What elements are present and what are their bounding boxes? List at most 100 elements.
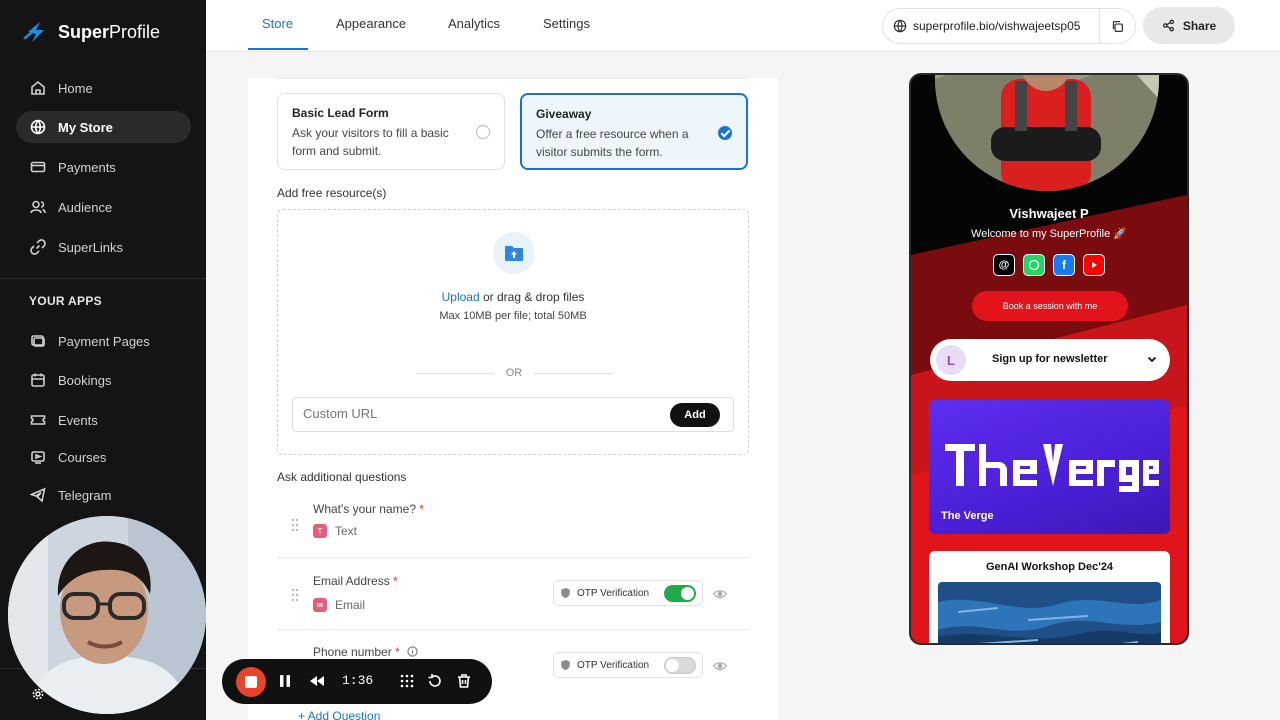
pause-icon[interactable] [277,673,293,689]
sidebar-item-home[interactable]: Home [16,72,191,104]
copy-url-button[interactable] [1099,9,1135,43]
sidebar-item-label: Bookings [58,372,112,388]
upload-limits: Max 10MB per file; total 50MB [439,310,587,322]
question-title: What's your name? * [313,502,425,516]
email-type-icon: ✉ [313,598,327,612]
sidebar-item-payments[interactable]: Payments [16,151,191,183]
form-type-basic-lead[interactable]: Basic Lead Form Ask your visitors to fil… [277,93,505,170]
telegram-icon [30,487,46,503]
form-type-title: Giveaway [536,107,592,121]
sidebar-item-payment-pages[interactable]: Payment Pages [16,325,191,357]
link-icon [30,239,46,255]
brand-name: SuperProfile [58,21,161,42]
verge-card-title: The Verge [941,510,994,522]
book-session-button[interactable]: Book a session with me [972,291,1128,321]
sidebar-item-label: Payments [58,159,116,175]
custom-url-input[interactable] [303,406,643,421]
sidebar-item-my-store[interactable]: My Store [16,111,191,143]
upload-instructions: Upload or drag & drop files [441,290,585,304]
workshop-card[interactable]: GenAI Workshop Dec'24 [929,551,1170,643]
form-type-radio-checked[interactable] [718,126,732,140]
tab-analytics[interactable]: Analytics [448,16,500,31]
screen-recorder-bar: 1:36 [222,659,492,704]
sidebar-item-superlinks[interactable]: SuperLinks [16,231,191,263]
youtube-icon[interactable] [1083,254,1105,276]
tab-store[interactable]: Store [262,16,293,31]
home-icon [31,80,45,95]
or-divider: OR [416,367,612,379]
sidebar-item-label: Audience [58,199,113,215]
sidebar-item-audience[interactable]: Audience [16,191,191,223]
restart-icon[interactable] [427,673,443,689]
sidebar-item-events[interactable]: Events [16,404,191,436]
file-dropzone[interactable]: Upload or drag & drop files Max 10MB per… [277,209,749,455]
grid-dots-icon[interactable] [399,673,415,689]
question-row[interactable]: What's your name? * T Text [277,496,749,558]
sidebar-item-label: SuperLinks [58,239,124,255]
brand-logo[interactable]: SuperProfile [22,18,160,46]
sidebar-item-label: Events [58,412,98,428]
form-type-giveaway[interactable]: Giveaway Offer a free resource when a vi… [520,93,748,170]
stop-recording-button[interactable] [236,667,266,697]
facebook-icon[interactable]: f [1053,254,1075,276]
tab-settings[interactable]: Settings [543,16,590,31]
workshop-title: GenAI Workshop Dec'24 [985,561,1114,573]
sidebar-item-label: My Store [58,119,113,135]
threads-icon[interactable]: @ [993,254,1015,276]
question-type: ✉ Email [313,598,365,612]
social-links: @ f [993,254,1105,276]
ticket-icon [30,415,46,425]
upload-link[interactable]: Upload [442,290,480,304]
sidebar-item-bookings[interactable]: Bookings [16,364,191,396]
share-label: Share [1182,18,1217,33]
otp-verification-control: OTP Verification [553,580,703,606]
form-type-title: Basic Lead Form [292,106,389,120]
newsletter-signup[interactable]: L Sign up for newsletter [930,339,1170,381]
globe-icon [893,19,907,33]
recording-timer: 1:36 [342,673,374,688]
profile-bio: Welcome to my SuperProfile 🚀 [971,228,1127,240]
tab-appearance[interactable]: Appearance [336,16,406,31]
info-icon[interactable] [407,646,418,657]
calendar-icon [31,373,45,387]
panel-divider [277,78,747,79]
add-url-button[interactable]: Add [670,403,720,427]
top-bar: Store Appearance Analytics Settings supe… [206,0,1280,52]
verge-link-card[interactable]: The Verge [929,400,1170,534]
profile-url[interactable]: superprofile.bio/vishwajeetsp05 [913,19,1101,33]
rewind-icon[interactable] [309,673,325,689]
eye-icon[interactable] [713,660,727,672]
sidebar-item-telegram[interactable]: Telegram [16,479,191,511]
add-question-button[interactable]: + Add Question [298,709,380,720]
chevron-down-icon[interactable] [1146,353,1158,365]
trash-icon[interactable] [456,673,472,689]
your-apps-heading: YOUR APPS [29,294,102,308]
form-type-radio[interactable] [476,125,490,139]
active-tab-indicator [248,48,308,50]
profile-name: Vishwajeet P [1009,206,1089,221]
profile-url-pill[interactable]: superprofile.bio/vishwajeetsp05 [882,8,1136,44]
share-button[interactable]: Share [1143,7,1235,44]
text-type-icon: T [313,524,327,538]
superprofile-logo-icon [23,22,44,42]
sidebar-item-label: Telegram [58,487,112,503]
otp-toggle[interactable] [664,657,696,674]
profile-preview-phone: Vishwajeet P Welcome to my SuperProfile … [909,73,1189,645]
settings-gear-icon[interactable] [32,688,44,700]
question-title: Email Address * [313,574,398,588]
globe-icon [30,119,46,135]
free-resources-label: Add free resource(s) [277,186,387,200]
otp-toggle[interactable] [664,585,696,602]
drag-handle-icon[interactable] [291,518,299,532]
shield-icon [561,587,570,599]
form-type-description: Ask your visitors to fill a basic form a… [292,126,449,158]
drag-handle-icon[interactable] [291,588,299,602]
whatsapp-icon[interactable] [1023,254,1045,276]
sidebar-item-label: Courses [58,449,107,465]
question-row[interactable]: Email Address * ✉ Email OTP Verification [277,558,749,630]
sidebar-item-courses[interactable]: Courses [16,441,191,473]
sidebar-divider [0,278,206,279]
newsletter-label: Sign up for newsletter [992,353,1108,365]
custom-url-field[interactable]: Add [292,397,734,432]
eye-icon[interactable] [713,588,727,600]
